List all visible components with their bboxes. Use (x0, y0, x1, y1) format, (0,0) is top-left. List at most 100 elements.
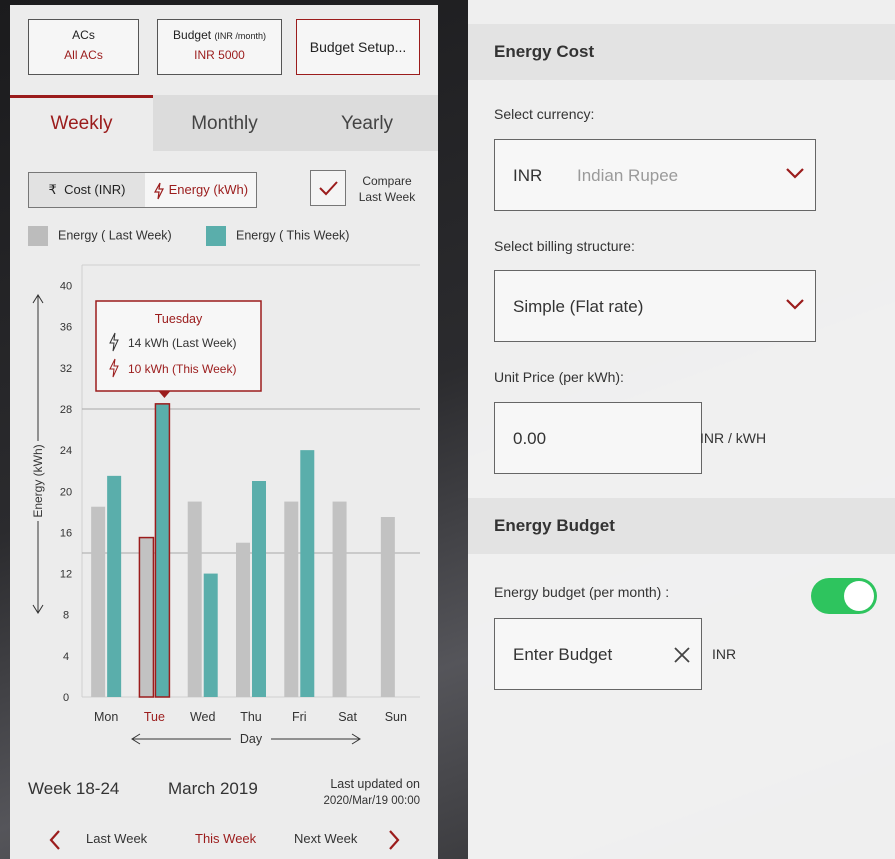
legend-swatch-grey (28, 226, 48, 246)
y-tick-label: 0 (63, 692, 69, 704)
this-week-link[interactable]: This Week (195, 831, 256, 846)
compare-label: Compare Last Week (356, 173, 418, 205)
bar-this-week (300, 450, 315, 697)
tooltip-last-week: 14 kWh (Last Week) (128, 336, 236, 350)
budget-input-placeholder: Enter Budget (513, 645, 613, 664)
clear-icon[interactable] (673, 646, 691, 664)
bar-last-week (284, 501, 299, 697)
bar-this-week (252, 481, 266, 697)
cost-toggle-label: Cost (INR) (64, 182, 126, 197)
x-tick-label: Thu (240, 710, 262, 724)
unit-price-value: 0.00 (513, 429, 547, 448)
legend-this-week-label: Energy ( This Week) (236, 228, 350, 243)
billing-label: Select billing structure: (494, 238, 635, 254)
x-tick-label: Fri (292, 710, 307, 724)
bar-last-week (332, 501, 347, 697)
rupee-icon: ₹ (48, 182, 57, 197)
x-tick-label: Wed (190, 710, 216, 724)
chevron-right-icon[interactable] (387, 829, 401, 851)
y-tick-label: 12 (60, 569, 72, 581)
energy-toggle-label: Energy (kWh) (168, 182, 249, 197)
y-tick-label: 40 (60, 281, 72, 293)
last-week-link[interactable]: Last Week (86, 831, 147, 846)
chevron-left-icon[interactable] (48, 829, 62, 851)
month-label: March 2019 (168, 779, 258, 798)
bar-last-week (236, 542, 250, 697)
energy-toggle-button[interactable]: Energy (kWh) (145, 173, 256, 207)
budget-title-unit: (INR /month) (214, 31, 266, 41)
toggle-knob (844, 581, 874, 611)
unit-price-label: Unit Price (per kWh): (494, 369, 624, 385)
bar-last-week (380, 517, 395, 697)
budget-value: INR 5000 (194, 48, 245, 62)
x-tick-label: Sat (338, 710, 357, 724)
settings-panel: Energy Cost Select currency: INR Indian … (468, 0, 895, 859)
bar-last-week (138, 536, 155, 698)
energy-usage-panel: ACs All ACs Budget (INR /month) INR 5000… (10, 5, 438, 859)
currency-name: Indian Rupee (577, 166, 679, 185)
x-tick-label: Tue (144, 710, 165, 724)
bar-this-week (203, 573, 218, 697)
x-tick-label: Sun (385, 710, 407, 724)
chevron-down-icon (786, 299, 804, 310)
tooltip-pointer (158, 391, 171, 398)
last-updated: Last updated on 2020/Mar/19 00:00 (280, 777, 420, 807)
energy-bar-chart: 0 4 8 12 16 20 24 28 32 36 40 Mon Tue Wed Thu Fri Sat Sun… (31, 264, 420, 746)
budget-setup-button[interactable]: Budget Setup... (296, 19, 420, 75)
y-tick-label: 16 (60, 527, 72, 539)
budget-card[interactable]: Budget (INR /month) INR 5000 (157, 19, 282, 75)
summary-cards: ACs All ACs Budget (INR /month) INR 5000… (10, 5, 438, 93)
legend-this-week: Energy ( This Week) (206, 226, 349, 246)
tooltip-title: Tuesday (155, 312, 203, 326)
legend-last-week: Energy ( Last Week) (28, 226, 172, 246)
energy-budget-header: Energy Budget (468, 498, 895, 554)
y-tick-label: 28 (60, 404, 72, 416)
budget-input[interactable]: Enter Budget (494, 618, 702, 690)
compare-label-line1: Compare (362, 174, 412, 188)
tab-weekly[interactable]: Weekly (10, 95, 153, 151)
bar-last-week (187, 501, 202, 697)
budget-toggle-label: Energy budget (per month) : (494, 584, 670, 600)
currency-code: INR (513, 166, 543, 185)
bar-last-week (91, 506, 106, 697)
tab-monthly[interactable]: Monthly (153, 95, 296, 151)
currency-label: Select currency: (494, 106, 595, 122)
legend-last-week-label: Energy ( Last Week) (58, 228, 172, 243)
cost-toggle-button[interactable]: ₹ Cost (INR) (29, 173, 145, 207)
legend-swatch-teal (206, 226, 226, 246)
compare-label-line2: Last Week (358, 190, 416, 204)
acs-title: ACs (72, 28, 95, 42)
budget-toggle-switch[interactable] (811, 578, 877, 614)
unit-price-unit: INR / kWH (700, 430, 767, 446)
x-axis-label: Day (240, 732, 263, 746)
y-tick-label: 32 (60, 363, 72, 375)
y-tick-label: 20 (60, 486, 72, 498)
y-axis-label: Energy (kWh) (31, 444, 45, 517)
last-updated-label: Last updated on (330, 777, 420, 791)
period-tabs: Weekly Monthly Yearly (10, 95, 438, 151)
tooltip-this-week: 10 kWh (This Week) (128, 362, 236, 376)
week-range: Week 18-24 (28, 779, 120, 798)
next-week-link[interactable]: Next Week (294, 831, 357, 846)
y-tick-label: 36 (60, 322, 72, 334)
lightning-icon (153, 182, 164, 199)
tab-yearly[interactable]: Yearly (296, 95, 438, 151)
currency-select[interactable]: INR Indian Rupee (494, 139, 816, 211)
y-tick-label: 8 (63, 610, 69, 622)
bar-this-week (154, 403, 171, 698)
compare-checkbox[interactable] (310, 170, 346, 206)
x-tick-label: Mon (94, 710, 118, 724)
unit-price-input[interactable]: 0.00 (494, 402, 702, 474)
chevron-down-icon (786, 168, 804, 179)
acs-value: All ACs (64, 48, 103, 62)
budget-title: Budget (173, 28, 212, 42)
last-updated-value: 2020/Mar/19 00:00 (323, 795, 420, 807)
billing-select[interactable]: Simple (Flat rate) (494, 270, 816, 342)
metric-toggle: ₹ Cost (INR) Energy (kWh) (28, 172, 257, 208)
y-tick-label: 24 (60, 445, 72, 457)
billing-value: Simple (Flat rate) (513, 297, 644, 316)
acs-selector[interactable]: ACs All ACs (28, 19, 139, 75)
budget-unit: INR (712, 646, 737, 662)
checkmark-icon (319, 181, 338, 196)
bar-this-week (107, 475, 122, 697)
